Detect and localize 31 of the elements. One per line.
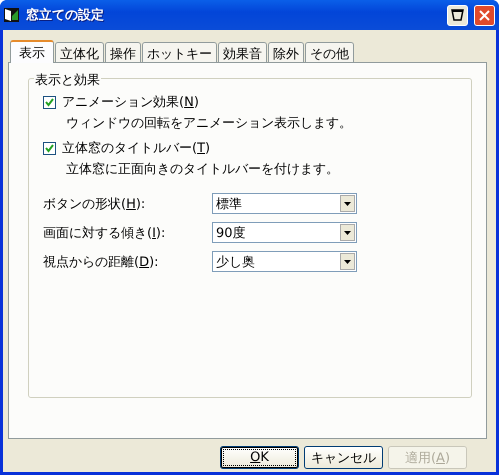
checkbox[interactable]	[43, 96, 56, 108]
field-label: 視点からの距離(D):	[43, 254, 159, 270]
dropdown[interactable]: 少し奥	[212, 251, 357, 272]
dropdown-arrow-icon	[344, 260, 351, 264]
app-icon	[3, 7, 20, 23]
dropdown[interactable]: 90度	[212, 222, 357, 243]
tab[interactable]: ホットキー	[142, 42, 217, 62]
field-label: 画面に対する傾き(I):	[43, 226, 166, 240]
window-3d-button[interactable]	[447, 4, 468, 26]
dialog-button[interactable]: キャンセル	[304, 446, 383, 469]
close-icon	[479, 10, 490, 20]
tab[interactable]: 操作	[105, 42, 141, 62]
option-description: ウィンドウの回転をアニメーション表示します。	[66, 116, 352, 131]
dropdown[interactable]: 標準	[212, 193, 357, 214]
group-title: 表示と効果	[34, 71, 101, 89]
tab[interactable]: 効果音	[218, 42, 267, 62]
dropdown-arrow-icon	[344, 202, 351, 206]
checkbox-label[interactable]: 立体窓のタイトルバー(T)	[62, 139, 210, 157]
window-title: 窓立ての設定	[26, 6, 105, 24]
tab[interactable]: 表示	[10, 40, 54, 63]
dropdown-arrow-icon	[344, 230, 351, 234]
field-label: ボタンの形状(H):	[43, 196, 146, 212]
bucket-icon	[451, 9, 464, 21]
tab[interactable]: 立体化	[55, 42, 104, 62]
close-button[interactable]	[474, 4, 495, 26]
checkbox[interactable]	[43, 142, 56, 154]
tab[interactable]: その他	[305, 42, 354, 62]
option-description: 立体窓に正面向きのタイトルバーを付けます。	[66, 162, 339, 177]
tab[interactable]: 除外	[268, 42, 304, 62]
checkbox-label[interactable]: アニメーション効果(N)	[62, 93, 199, 111]
dialog-button[interactable]: OK	[220, 446, 299, 469]
